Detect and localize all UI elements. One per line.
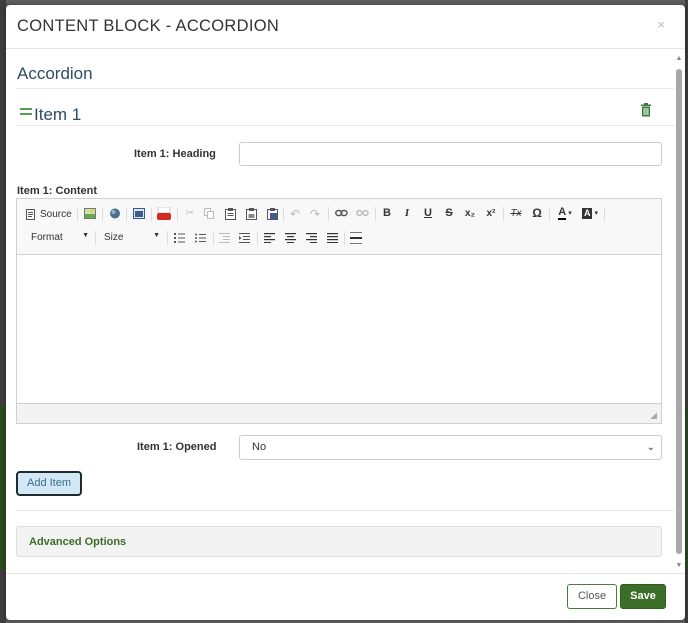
superscript-button[interactable]: x² xyxy=(484,206,498,220)
horizontal-rule-icon[interactable] xyxy=(350,232,362,244)
editor-content-area[interactable] xyxy=(17,255,661,403)
toolbar-separator xyxy=(283,207,284,221)
chevron-down-icon: ▾ xyxy=(594,210,598,217)
item-divider xyxy=(16,125,674,126)
background-color-button[interactable]: A ▾ xyxy=(579,206,601,220)
advanced-options-panel[interactable]: Advanced Options xyxy=(16,526,662,557)
paste-text-icon[interactable] xyxy=(246,208,257,220)
justify-icon[interactable] xyxy=(327,233,338,243)
indent-icon[interactable] xyxy=(239,233,250,243)
flash-icon[interactable] xyxy=(109,208,121,219)
toolbar-separator xyxy=(77,207,78,221)
modal-body: Accordion Item 1 Item 1: Heading Item 1:… xyxy=(6,50,674,572)
strikethrough-button[interactable]: S xyxy=(443,206,455,220)
modal-footer: Close Save xyxy=(6,573,685,620)
modal-header: CONTENT BLOCK - ACCORDION × xyxy=(6,5,685,49)
bold-button[interactable]: B xyxy=(381,206,393,220)
scroll-thumb[interactable] xyxy=(676,69,682,554)
toolbar-separator xyxy=(604,207,605,221)
toolbar-separator xyxy=(177,207,178,221)
chevron-down-icon: ▼ xyxy=(82,232,89,239)
bg-color-glyph: A xyxy=(581,207,593,219)
modal-title: CONTENT BLOCK - ACCORDION xyxy=(17,17,280,35)
source-label: Source xyxy=(40,208,72,220)
text-color-glyph: A xyxy=(558,205,567,220)
align-center-icon[interactable] xyxy=(285,233,296,243)
resize-handle-icon[interactable] xyxy=(650,412,657,419)
add-item-button[interactable]: Add Item xyxy=(16,471,82,496)
toolbar-separator xyxy=(151,207,152,221)
italic-button[interactable]: I xyxy=(401,206,413,220)
chevron-down-icon: ▾ xyxy=(568,210,572,217)
paste-word-icon[interactable] xyxy=(267,208,278,220)
iframe-icon[interactable] xyxy=(133,208,145,219)
drag-handle-icon[interactable] xyxy=(20,108,32,115)
numbered-list-icon[interactable] xyxy=(174,233,185,243)
toolbar-separator xyxy=(213,231,214,245)
remove-format-button[interactable]: Tx xyxy=(509,206,523,220)
toolbar-separator xyxy=(503,207,504,221)
toolbar-separator xyxy=(375,207,376,221)
heading-label: Item 1: Heading xyxy=(134,148,216,160)
cut-icon[interactable]: ✂ xyxy=(184,207,196,220)
toolbar-separator xyxy=(549,207,550,221)
modal-scrollbar[interactable]: ▲ ▼ xyxy=(675,55,683,570)
unlink-icon[interactable] xyxy=(356,209,369,218)
section-divider xyxy=(16,88,674,89)
size-dropdown[interactable]: Size ▼ xyxy=(104,230,160,246)
section-title: Accordion xyxy=(17,64,93,83)
outdent-icon[interactable] xyxy=(219,233,230,243)
align-left-icon[interactable] xyxy=(264,233,275,243)
align-right-icon[interactable] xyxy=(306,233,317,243)
scroll-up-icon[interactable]: ▲ xyxy=(675,55,683,63)
editor-status-bar xyxy=(17,403,661,423)
toolbar-separator xyxy=(102,207,103,221)
toolbar-separator xyxy=(344,231,345,245)
scroll-down-icon[interactable]: ▼ xyxy=(675,562,683,570)
format-label: Format xyxy=(31,232,63,243)
paste-icon[interactable] xyxy=(225,208,236,220)
opened-label: Item 1: Opened xyxy=(137,441,217,453)
toolbar-separator xyxy=(328,207,329,221)
toolbar-separator xyxy=(126,207,127,221)
underline-button[interactable]: U xyxy=(422,206,434,220)
toolbar-separator xyxy=(167,231,168,245)
opened-select[interactable]: No ⌄ xyxy=(239,435,662,460)
chevron-down-icon: ▼ xyxy=(153,232,160,239)
save-button[interactable]: Save xyxy=(620,584,666,609)
copy-icon[interactable] xyxy=(204,208,215,219)
close-icon[interactable]: × xyxy=(657,17,665,32)
source-button[interactable]: Source xyxy=(25,207,72,221)
youtube-icon[interactable] xyxy=(157,207,171,220)
item-title: Item 1 xyxy=(34,105,82,124)
size-label: Size xyxy=(104,232,124,243)
image-icon[interactable] xyxy=(84,208,96,219)
redo-icon[interactable]: ↷ xyxy=(309,207,321,221)
accordion-modal: CONTENT BLOCK - ACCORDION × Accordion It… xyxy=(6,5,685,620)
undo-icon[interactable]: ↶ xyxy=(289,207,301,221)
toolbar-separator xyxy=(95,231,96,245)
bulleted-list-icon[interactable] xyxy=(195,233,206,243)
text-color-button[interactable]: A ▾ xyxy=(555,206,575,220)
content-label: Item 1: Content xyxy=(17,185,98,197)
heading-input[interactable] xyxy=(239,142,662,166)
opened-value: No xyxy=(252,441,267,453)
format-dropdown[interactable]: Format ▼ xyxy=(31,230,89,246)
trash-icon[interactable] xyxy=(640,103,652,117)
rich-text-editor: Source ✂ ↶ ↷ B I U S x₂ x² Tx Ω A ▾ A ▾ … xyxy=(16,198,662,424)
special-character-button[interactable]: Ω xyxy=(530,206,544,220)
link-icon[interactable] xyxy=(335,209,348,218)
body-divider xyxy=(16,510,674,511)
subscript-button[interactable]: x₂ xyxy=(463,206,477,220)
chevron-down-icon: ⌄ xyxy=(646,442,655,453)
close-button[interactable]: Close xyxy=(567,584,617,609)
editor-toolbar: Source ✂ ↶ ↷ B I U S x₂ x² Tx Ω A ▾ A ▾ … xyxy=(17,199,661,255)
advanced-options-label: Advanced Options xyxy=(29,536,127,548)
toolbar-separator xyxy=(257,231,258,245)
source-icon xyxy=(26,208,35,220)
